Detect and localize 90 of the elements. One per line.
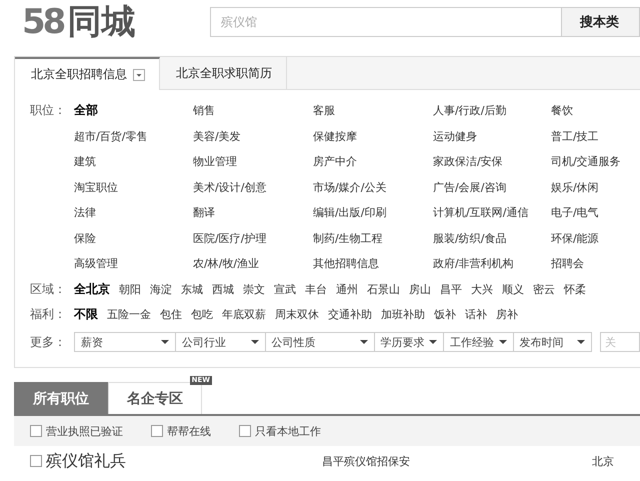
filter-option[interactable]: 翻译	[193, 200, 313, 226]
filter-option[interactable]: 丰台	[305, 276, 327, 302]
keyword-field[interactable]: 关	[600, 332, 640, 352]
filter-option[interactable]: 西城	[212, 276, 234, 302]
filter-option[interactable]: 通州	[336, 276, 358, 302]
site-logo[interactable]: 58同城	[22, 5, 136, 39]
filter-option[interactable]: 制药/生物工程	[313, 226, 433, 251]
filter-label: 区域：	[30, 280, 67, 298]
filter-option[interactable]: 法律	[74, 200, 193, 226]
filter-label: 福利：	[30, 306, 67, 323]
filter-option[interactable]: 农/林/牧/渔业	[193, 251, 313, 276]
filter-dropdown[interactable]: 发布时间	[512, 332, 592, 352]
filter-option[interactable]: 医院/医疗/护理	[193, 226, 313, 251]
filter-option[interactable]: 超市/百货/零售	[74, 124, 193, 149]
checkbox[interactable]	[239, 425, 251, 437]
filter-option[interactable]: 年底双薪	[222, 302, 266, 328]
filter-option[interactable]: 美容/美发	[193, 124, 313, 149]
filter-option[interactable]: 保健按摩	[313, 124, 433, 149]
checkbox-label: 只看本地工作	[255, 424, 321, 438]
filter-option[interactable]: 淘宝职位	[74, 174, 193, 200]
filter-option[interactable]: 销售	[193, 98, 313, 124]
checkbox[interactable]	[151, 425, 163, 437]
filter-option[interactable]: 客服	[313, 98, 433, 124]
filter-option[interactable]: 饭补	[434, 302, 456, 328]
filter-option[interactable]: 运动健身	[433, 124, 551, 149]
filter-option[interactable]: 周末双休	[275, 302, 319, 328]
filter-label: 更多：	[30, 334, 67, 350]
filter-option[interactable]: 高级管理	[74, 251, 193, 276]
category-tab[interactable]: 北京全职招聘信息	[15, 57, 160, 90]
filter-option[interactable]: 招聘会	[551, 251, 640, 276]
filter-option[interactable]: 建筑	[74, 149, 193, 174]
filter-option[interactable]: 电子/电气	[551, 200, 640, 226]
filter-option[interactable]: 宣武	[274, 276, 296, 302]
filter-option[interactable]: 广告/会展/咨询	[433, 174, 551, 200]
filter-option[interactable]: 计算机/互联网/通信	[433, 200, 551, 226]
job-title-link[interactable]: 殡仪馆礼兵	[46, 451, 322, 471]
checkbox[interactable]	[30, 425, 42, 437]
filter-dropdown[interactable]: 薪资	[74, 332, 176, 352]
filter-option[interactable]: 政府/非营利机构	[433, 251, 551, 276]
company-name[interactable]: 昌平殡仪馆招保安	[322, 454, 592, 468]
filter-label: 职位：	[30, 102, 67, 119]
listing-tab[interactable]: 所有职位	[14, 382, 108, 414]
filter-option[interactable]: 美术/设计/创意	[193, 174, 313, 200]
listing-tab[interactable]: 名企专区	[108, 382, 202, 414]
filter-option[interactable]: 房山	[409, 276, 431, 302]
filter-dropdown[interactable]: 学历要求	[374, 332, 444, 352]
filter-option[interactable]: 包吃	[191, 302, 213, 328]
filter-option[interactable]: 怀柔	[564, 276, 586, 302]
filter-option[interactable]: 崇文	[243, 276, 265, 302]
search-field[interactable]: 殡仪馆	[210, 7, 562, 37]
filter-option[interactable]: 人事/行政/后勤	[433, 98, 551, 124]
filter-option[interactable]: 顺义	[502, 276, 524, 302]
filter-option[interactable]: 餐饮	[551, 98, 640, 124]
search-button[interactable]: 搜本类	[562, 7, 640, 37]
filter-option[interactable]: 服装/纺织/食品	[433, 226, 551, 251]
filter-option[interactable]: 包住	[160, 302, 182, 328]
filter-option[interactable]: 全部	[74, 98, 193, 124]
filter-option[interactable]: 全北京	[74, 276, 110, 302]
filter-option[interactable]: 娱乐/休闲	[551, 174, 640, 200]
dropdown-icon[interactable]	[133, 68, 145, 80]
filter-option[interactable]: 房补	[496, 302, 518, 328]
filter-option[interactable]: 物业管理	[193, 149, 313, 174]
filter-option[interactable]: 司机/交通服务	[551, 149, 640, 174]
filter-option[interactable]: 话补	[465, 302, 487, 328]
checkbox[interactable]	[30, 455, 42, 467]
filter-option[interactable]: 海淀	[150, 276, 172, 302]
job-location: 北京	[592, 454, 614, 468]
filter-option[interactable]: 密云	[533, 276, 555, 302]
filter-option[interactable]: 交通补助	[328, 302, 372, 328]
filter-dropdown[interactable]: 工作经验	[443, 332, 513, 352]
filter-option[interactable]: 环保/能源	[551, 226, 640, 251]
checkbox-label: 营业执照已验证	[46, 424, 123, 438]
filter-option[interactable]: 昌平	[440, 276, 462, 302]
filter-option[interactable]: 朝阳	[119, 276, 141, 302]
filter-dropdown[interactable]: 公司行业	[175, 332, 265, 352]
filter-option[interactable]: 房产中介	[313, 149, 433, 174]
checkbox-label: 帮帮在线	[167, 424, 211, 438]
filter-option[interactable]: 加班补助	[381, 302, 425, 328]
filter-option[interactable]: 不限	[74, 302, 98, 328]
filter-option[interactable]: 保险	[74, 226, 193, 251]
filter-option[interactable]: 其他招聘信息	[313, 251, 433, 276]
filter-dropdown[interactable]: 公司性质	[264, 332, 374, 352]
filter-option[interactable]: 市场/媒介/公关	[313, 174, 433, 200]
filter-option[interactable]: 石景山	[367, 276, 400, 302]
filter-option[interactable]: 东城	[181, 276, 203, 302]
filter-option[interactable]: 普工/技工	[551, 124, 640, 149]
filter-option[interactable]: 大兴	[471, 276, 493, 302]
filter-option[interactable]: 编辑/出版/印刷	[313, 200, 433, 226]
filter-option[interactable]: 五险一金	[107, 302, 151, 328]
filter-option[interactable]: 家政保洁/安保	[433, 149, 551, 174]
